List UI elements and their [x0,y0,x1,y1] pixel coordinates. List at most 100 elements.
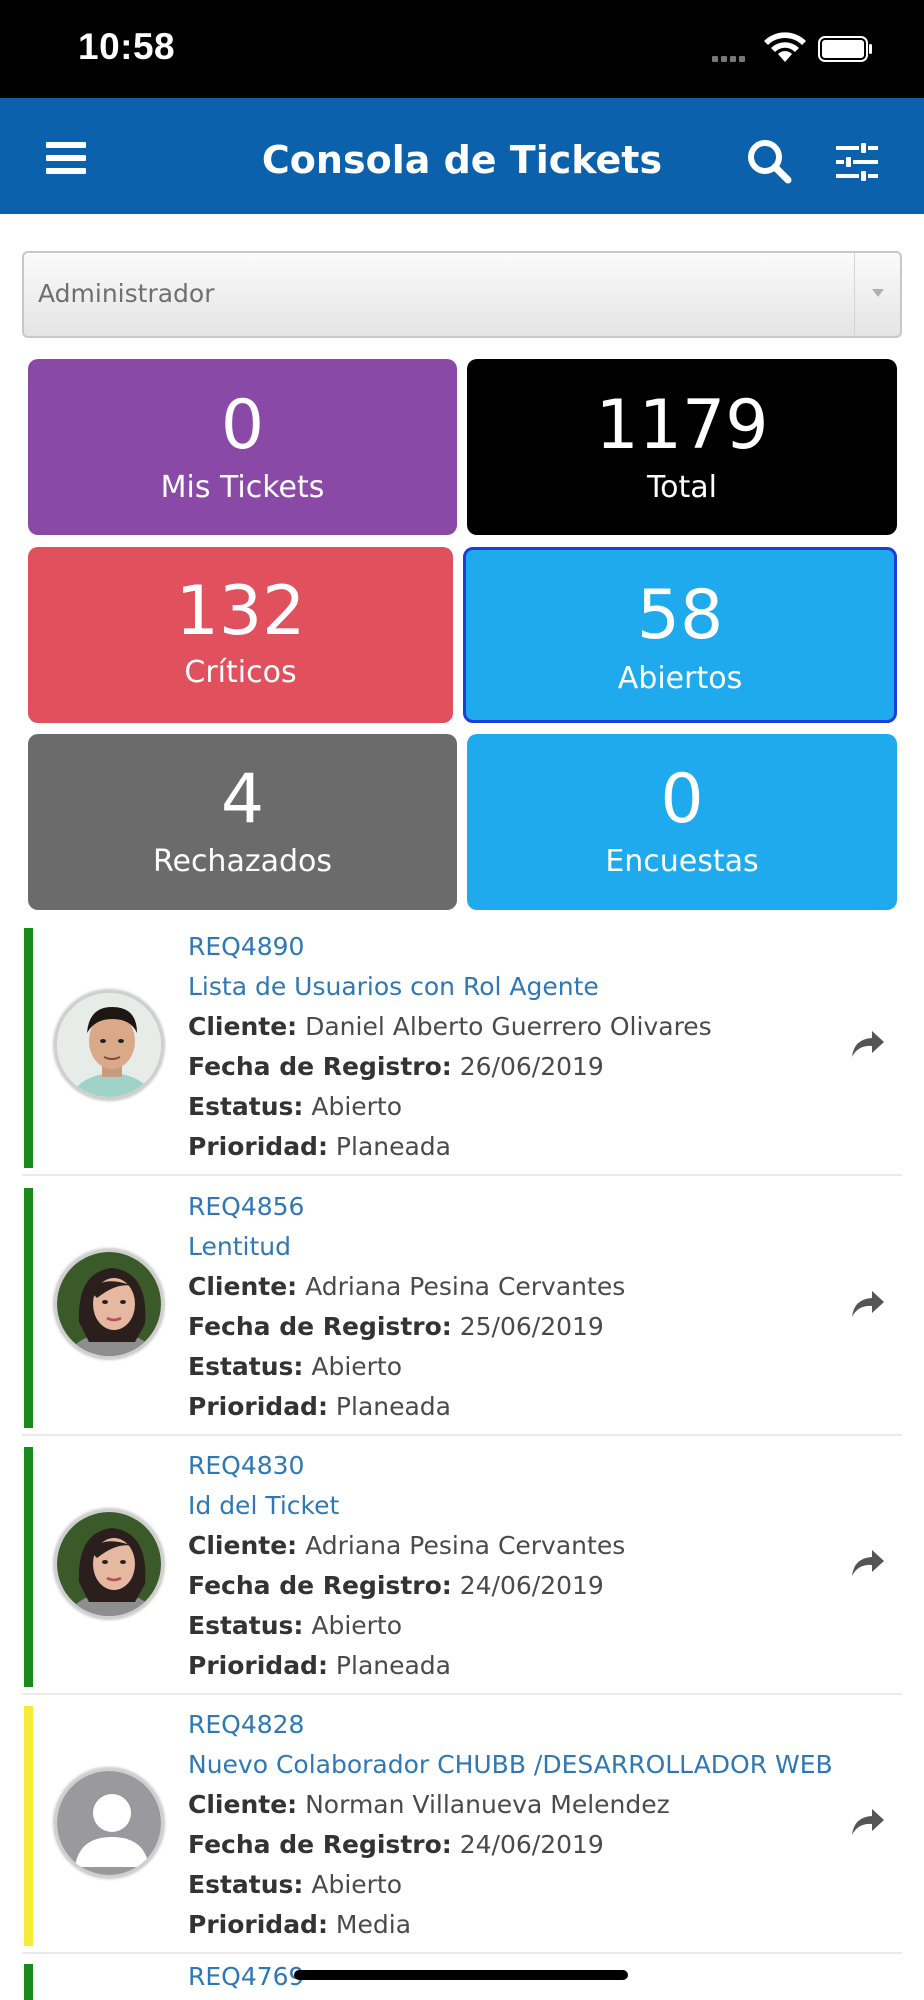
priority-indicator [24,928,33,1168]
field-label: Prioridad: [188,1392,328,1421]
ticket-fecha: Fecha de Registro: 26/06/2019 [188,1052,604,1081]
field-value: Adriana Pesina Cervantes [305,1531,626,1560]
field-label: Cliente: [188,1790,298,1819]
field-label: Prioridad: [188,1132,328,1161]
field-value: Planeada [335,1132,451,1161]
ticket-subject: Lentitud [188,1232,291,1261]
ticket-prioridad: Prioridad: Planeada [188,1392,451,1421]
chevron-down-icon [854,253,900,336]
ticket-subject: Id del Ticket [188,1491,340,1520]
field-value: Abierto [311,1092,403,1121]
status-bar: 10:58 [0,0,924,98]
tile-total[interactable]: 1179 Total [467,359,897,535]
field-label: Estatus: [188,1352,304,1381]
priority-indicator [24,1964,33,2000]
tile-label: Mis Tickets [160,470,325,505]
status-time: 10:58 [78,26,176,67]
ticket-id: REQ4828 [188,1710,305,1739]
priority-indicator [24,1706,33,1946]
ticket-fecha: Fecha de Registro: 24/06/2019 [188,1830,604,1859]
avatar [54,1249,164,1359]
priority-indicator [24,1447,33,1687]
ticket-fecha: Fecha de Registro: 24/06/2019 [188,1571,604,1600]
ticket-list-item[interactable]: REQ4890 Lista de Usuarios con Rol Agente… [22,924,902,1176]
ticket-estatus: Estatus: Abierto [188,1870,402,1899]
field-value: Daniel Alberto Guerrero Olivares [305,1012,712,1041]
share-forward-icon[interactable] [850,1548,886,1578]
tile-label: Abiertos [617,661,743,696]
field-label: Estatus: [188,1870,304,1899]
avatar [54,990,164,1100]
ticket-estatus: Estatus: Abierto [188,1352,402,1381]
search-icon[interactable] [746,138,792,184]
avatar [54,1768,164,1878]
field-value: Planeada [335,1392,451,1421]
field-value: Abierto [311,1870,403,1899]
ticket-subject: Nuevo Colaborador CHUBB /DESARROLLADOR W… [188,1750,833,1779]
tile-value: 1179 [595,386,769,465]
ticket-list-item[interactable]: REQ4769 [22,1960,902,2000]
role-select-value: Administrador [38,279,215,308]
ticket-cliente: Cliente: Adriana Pesina Cervantes [188,1531,625,1560]
tile-value: 132 [175,572,306,651]
share-forward-icon[interactable] [850,1029,886,1059]
filter-sliders-icon[interactable] [834,140,880,184]
tile-label: Rechazados [152,844,332,879]
tile-value: 0 [220,386,265,465]
ticket-id: REQ4830 [188,1451,305,1480]
field-label: Fecha de Registro: [188,1830,452,1859]
ticket-cliente: Cliente: Daniel Alberto Guerrero Olivare… [188,1012,712,1041]
field-value: 25/06/2019 [459,1312,604,1341]
field-label: Cliente: [188,1272,298,1301]
field-label: Prioridad: [188,1651,328,1680]
ticket-prioridad: Prioridad: Media [188,1910,411,1939]
field-value: 26/06/2019 [459,1052,604,1081]
ticket-prioridad: Prioridad: Planeada [188,1651,451,1680]
ticket-fecha: Fecha de Registro: 25/06/2019 [188,1312,604,1341]
ticket-list-item[interactable]: REQ4828 Nuevo Colaborador CHUBB /DESARRO… [22,1702,902,1954]
tile-rechazados[interactable]: 4 Rechazados [28,734,457,910]
share-forward-icon[interactable] [850,1807,886,1837]
tile-abiertos[interactable]: 58 Abiertos [463,547,897,723]
field-label: Estatus: [188,1611,304,1640]
ticket-subject: Lista de Usuarios con Rol Agente [188,972,599,1001]
field-label: Cliente: [188,1012,298,1041]
wifi-icon [764,32,806,62]
field-value: Adriana Pesina Cervantes [305,1272,626,1301]
ticket-list-item[interactable]: REQ4856 Lentitud Cliente: Adriana Pesina… [22,1184,902,1436]
field-label: Prioridad: [188,1910,328,1939]
tile-label: Críticos [184,655,297,690]
tile-criticos[interactable]: 132 Críticos [28,547,453,723]
ticket-id: REQ4769 [188,1962,305,1991]
field-label: Estatus: [188,1092,304,1121]
ticket-cliente: Cliente: Norman Villanueva Melendez [188,1790,670,1819]
priority-indicator [24,1188,33,1428]
tile-label: Total [646,470,718,505]
field-value: Media [335,1910,412,1939]
field-value: Norman Villanueva Melendez [305,1790,670,1819]
field-value: Planeada [335,1651,451,1680]
tile-value: 58 [636,576,724,655]
field-value: 24/06/2019 [459,1571,604,1600]
tile-label: Encuestas [605,844,759,879]
field-label: Fecha de Registro: [188,1312,452,1341]
home-indicator [294,1970,628,1980]
field-value: 24/06/2019 [459,1830,604,1859]
tile-encuestas[interactable]: 0 Encuestas [467,734,897,910]
tile-value: 0 [660,760,704,839]
battery-icon [818,36,872,62]
tile-value: 4 [220,760,265,839]
field-value: Abierto [311,1352,403,1381]
avatar [54,1509,164,1619]
ticket-cliente: Cliente: Adriana Pesina Cervantes [188,1272,625,1301]
field-label: Fecha de Registro: [188,1571,452,1600]
field-value: Abierto [311,1611,403,1640]
ticket-id: REQ4890 [188,932,305,961]
share-forward-icon[interactable] [850,1289,886,1319]
field-label: Cliente: [188,1531,298,1560]
ticket-estatus: Estatus: Abierto [188,1611,402,1640]
role-select[interactable]: Administrador [22,251,902,338]
tile-mis-tickets[interactable]: 0 Mis Tickets [28,359,457,535]
field-label: Fecha de Registro: [188,1052,452,1081]
ticket-list-item[interactable]: REQ4830 Id del Ticket Cliente: Adriana P… [22,1443,902,1695]
